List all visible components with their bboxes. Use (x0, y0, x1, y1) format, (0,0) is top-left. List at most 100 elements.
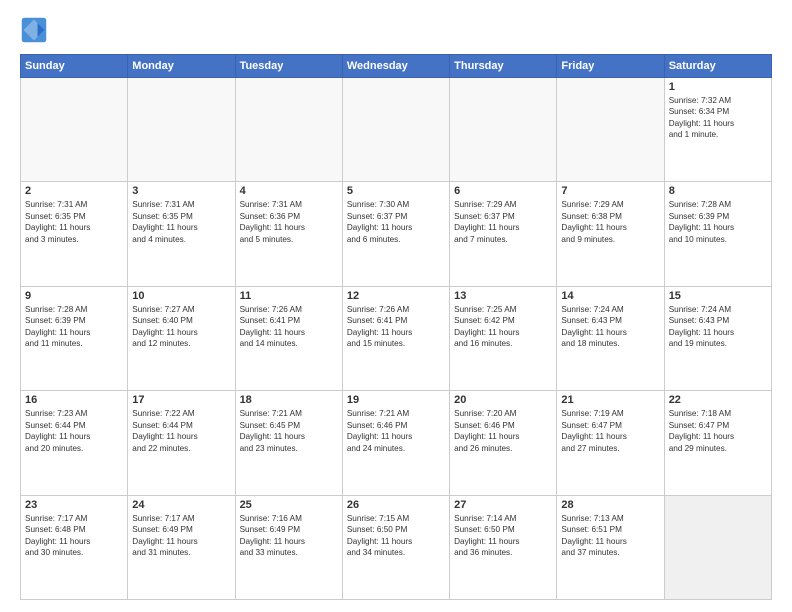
week-row-4: 16 Sunrise: 7:23 AM Sunset: 6:44 PM Dayli… (21, 391, 772, 495)
day-number: 10 (132, 290, 230, 302)
day-cell (557, 78, 664, 182)
day-number: 11 (240, 290, 338, 302)
day-number: 28 (561, 499, 659, 511)
day-number: 19 (347, 394, 445, 406)
day-info: Sunrise: 7:28 AM Sunset: 6:39 PM Dayligh… (669, 199, 767, 245)
day-cell: 15Sunrise: 7:24 AM Sunset: 6:43 PM Dayli… (664, 286, 771, 390)
weekday-header-row: SundayMondayTuesdayWednesdayThursdayFrid… (21, 55, 772, 78)
day-number: 5 (347, 185, 445, 197)
day-cell: 28 Sunrise: 7:13 AM Sunset: 6:51 PM Dayli… (557, 495, 664, 599)
day-cell: 13 Sunrise: 7:25 AM Sunset: 6:42 PM Dayli… (450, 286, 557, 390)
calendar-table: SundayMondayTuesdayWednesdayThursdayFrid… (20, 54, 772, 600)
weekday-header-sunday: Sunday (21, 55, 128, 78)
day-info: Sunrise: 7:17 AM Sunset: 6:48 PM Dayligh… (25, 513, 123, 559)
day-cell: 2 Sunrise: 7:31 AM Sunset: 6:35 PM Daylig… (21, 182, 128, 286)
day-info: Sunrise: 7:24 AM Sunset: 6:43 PM Dayligh… (561, 304, 659, 350)
logo (20, 16, 52, 44)
day-cell: 3Sunrise: 7:31 AM Sunset: 6:35 PM Daylig… (128, 182, 235, 286)
day-number: 4 (240, 185, 338, 197)
day-cell (342, 78, 449, 182)
header (20, 16, 772, 44)
day-cell (21, 78, 128, 182)
day-info: Sunrise: 7:27 AM Sunset: 6:40 PM Dayligh… (132, 304, 230, 350)
day-info: Sunrise: 7:16 AM Sunset: 6:49 PM Dayligh… (240, 513, 338, 559)
day-cell: 18 Sunrise: 7:21 AM Sunset: 6:45 PM Dayli… (235, 391, 342, 495)
day-info: Sunrise: 7:26 AM Sunset: 6:41 PM Dayligh… (347, 304, 445, 350)
day-number: 18 (240, 394, 338, 406)
day-number: 20 (454, 394, 552, 406)
day-number: 8 (669, 185, 767, 197)
day-cell: 7 Sunrise: 7:29 AM Sunset: 6:38 PM Daylig… (557, 182, 664, 286)
day-cell (235, 78, 342, 182)
day-info: Sunrise: 7:32 AM Sunset: 6:34 PM Dayligh… (669, 95, 767, 141)
day-number: 25 (240, 499, 338, 511)
day-info: Sunrise: 7:29 AM Sunset: 6:37 PM Dayligh… (454, 199, 552, 245)
day-cell: 26 Sunrise: 7:15 AM Sunset: 6:50 PM Dayli… (342, 495, 449, 599)
day-cell: 6 Sunrise: 7:29 AM Sunset: 6:37 PM Daylig… (450, 182, 557, 286)
weekday-header-monday: Monday (128, 55, 235, 78)
day-cell: 23 Sunrise: 7:17 AM Sunset: 6:48 PM Dayli… (21, 495, 128, 599)
day-info: Sunrise: 7:26 AM Sunset: 6:41 PM Dayligh… (240, 304, 338, 350)
day-number: 27 (454, 499, 552, 511)
day-number: 26 (347, 499, 445, 511)
day-cell (664, 495, 771, 599)
day-info: Sunrise: 7:19 AM Sunset: 6:47 PM Dayligh… (561, 408, 659, 454)
day-info: Sunrise: 7:21 AM Sunset: 6:45 PM Dayligh… (240, 408, 338, 454)
day-info: Sunrise: 7:24 AM Sunset: 6:43 PM Dayligh… (669, 304, 767, 350)
day-info: Sunrise: 7:14 AM Sunset: 6:50 PM Dayligh… (454, 513, 552, 559)
day-cell (128, 78, 235, 182)
page: SundayMondayTuesdayWednesdayThursdayFrid… (0, 0, 792, 612)
day-cell: 10 Sunrise: 7:27 AM Sunset: 6:40 PM Dayli… (128, 286, 235, 390)
day-number: 21 (561, 394, 659, 406)
day-info: Sunrise: 7:22 AM Sunset: 6:44 PM Dayligh… (132, 408, 230, 454)
day-number: 7 (561, 185, 659, 197)
week-row-5: 23 Sunrise: 7:17 AM Sunset: 6:48 PM Dayli… (21, 495, 772, 599)
day-info: Sunrise: 7:28 AM Sunset: 6:39 PM Dayligh… (25, 304, 123, 350)
day-cell: 20 Sunrise: 7:20 AM Sunset: 6:46 PM Dayli… (450, 391, 557, 495)
day-number: 24 (132, 499, 230, 511)
day-info: Sunrise: 7:31 AM Sunset: 6:35 PM Dayligh… (25, 199, 123, 245)
day-info: Sunrise: 7:13 AM Sunset: 6:51 PM Dayligh… (561, 513, 659, 559)
day-info: Sunrise: 7:15 AM Sunset: 6:50 PM Dayligh… (347, 513, 445, 559)
day-cell: 27 Sunrise: 7:14 AM Sunset: 6:50 PM Dayli… (450, 495, 557, 599)
day-number: 14 (561, 290, 659, 302)
day-cell: 9Sunrise: 7:28 AM Sunset: 6:39 PM Daylig… (21, 286, 128, 390)
week-row-3: 9Sunrise: 7:28 AM Sunset: 6:39 PM Daylig… (21, 286, 772, 390)
weekday-header-friday: Friday (557, 55, 664, 78)
day-cell: 1 Sunrise: 7:32 AM Sunset: 6:34 PM Daylig… (664, 78, 771, 182)
day-info: Sunrise: 7:29 AM Sunset: 6:38 PM Dayligh… (561, 199, 659, 245)
day-number: 2 (25, 185, 123, 197)
day-info: Sunrise: 7:21 AM Sunset: 6:46 PM Dayligh… (347, 408, 445, 454)
day-cell: 24 Sunrise: 7:17 AM Sunset: 6:49 PM Dayli… (128, 495, 235, 599)
day-cell: 4 Sunrise: 7:31 AM Sunset: 6:36 PM Daylig… (235, 182, 342, 286)
day-number: 3 (132, 185, 230, 197)
day-info: Sunrise: 7:23 AM Sunset: 6:44 PM Dayligh… (25, 408, 123, 454)
day-cell: 22 Sunrise: 7:18 AM Sunset: 6:47 PM Dayli… (664, 391, 771, 495)
day-cell: 16 Sunrise: 7:23 AM Sunset: 6:44 PM Dayli… (21, 391, 128, 495)
day-number: 6 (454, 185, 552, 197)
day-info: Sunrise: 7:30 AM Sunset: 6:37 PM Dayligh… (347, 199, 445, 245)
day-cell: 19 Sunrise: 7:21 AM Sunset: 6:46 PM Dayli… (342, 391, 449, 495)
day-number: 1 (669, 81, 767, 93)
day-number: 22 (669, 394, 767, 406)
day-cell: 21 Sunrise: 7:19 AM Sunset: 6:47 PM Dayli… (557, 391, 664, 495)
day-cell: 8 Sunrise: 7:28 AM Sunset: 6:39 PM Daylig… (664, 182, 771, 286)
day-number: 12 (347, 290, 445, 302)
day-info: Sunrise: 7:17 AM Sunset: 6:49 PM Dayligh… (132, 513, 230, 559)
week-row-2: 2 Sunrise: 7:31 AM Sunset: 6:35 PM Daylig… (21, 182, 772, 286)
day-number: 16 (25, 394, 123, 406)
weekday-header-tuesday: Tuesday (235, 55, 342, 78)
week-row-1: 1 Sunrise: 7:32 AM Sunset: 6:34 PM Daylig… (21, 78, 772, 182)
day-number: 13 (454, 290, 552, 302)
day-info: Sunrise: 7:25 AM Sunset: 6:42 PM Dayligh… (454, 304, 552, 350)
day-info: Sunrise: 7:18 AM Sunset: 6:47 PM Dayligh… (669, 408, 767, 454)
day-info: Sunrise: 7:20 AM Sunset: 6:46 PM Dayligh… (454, 408, 552, 454)
day-number: 23 (25, 499, 123, 511)
day-cell: 25 Sunrise: 7:16 AM Sunset: 6:49 PM Dayli… (235, 495, 342, 599)
day-cell: 14 Sunrise: 7:24 AM Sunset: 6:43 PM Dayli… (557, 286, 664, 390)
weekday-header-wednesday: Wednesday (342, 55, 449, 78)
day-info: Sunrise: 7:31 AM Sunset: 6:36 PM Dayligh… (240, 199, 338, 245)
day-cell (450, 78, 557, 182)
day-cell: 11 Sunrise: 7:26 AM Sunset: 6:41 PM Dayli… (235, 286, 342, 390)
weekday-header-saturday: Saturday (664, 55, 771, 78)
